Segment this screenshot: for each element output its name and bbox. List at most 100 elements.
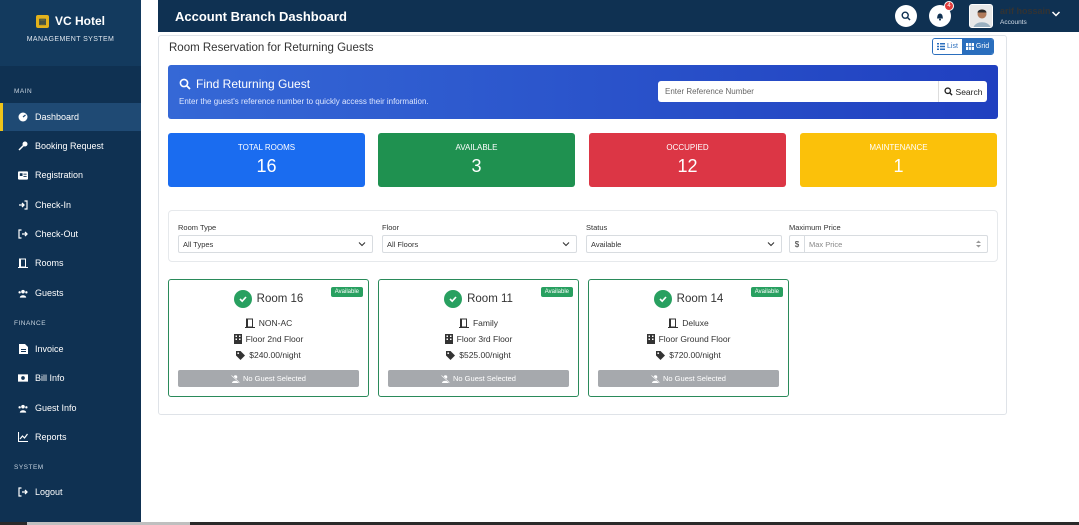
room-type-value: All Types <box>183 239 214 249</box>
sidebar-item-label: Dashboard <box>35 112 80 122</box>
room-card[interactable]: Room 16 Available NON-AC Floor 2nd Floor… <box>168 279 369 397</box>
floor-value: All Floors <box>387 239 419 249</box>
sidebar-item-bill-info[interactable]: Bill Info <box>0 364 141 392</box>
list-icon <box>937 43 945 50</box>
sidebar-item-invoice[interactable]: Invoice <box>0 335 141 363</box>
grid-view-button[interactable]: Grid <box>961 39 994 54</box>
room-name: Room 11 <box>467 293 513 305</box>
chevron-down-icon <box>562 242 570 247</box>
sidebar-item-guests[interactable]: Guests <box>0 279 141 307</box>
room-price-text: $240.00/night <box>249 350 301 360</box>
room-type-text: Family <box>472 318 499 328</box>
status-select[interactable]: Available <box>586 235 782 253</box>
user-name[interactable]: arif hossain <box>1000 6 1051 16</box>
find-guest-title-text: Find Returning Guest <box>196 77 311 91</box>
spinner-icon[interactable] <box>975 239 982 249</box>
room-name: Room 14 <box>676 293 724 305</box>
section-system: SYSTEM <box>14 464 44 471</box>
sidebar: ▤ VC Hotel MANAGEMENT SYSTEM MAIN Dashbo… <box>0 0 141 525</box>
tag-icon <box>446 350 456 360</box>
room-type-text: Deluxe <box>682 318 709 328</box>
sidebar-item-label: Guests <box>35 288 64 298</box>
notification-badge: 4 <box>944 1 954 11</box>
avatar[interactable] <box>969 4 993 28</box>
find-guest-banner: Find Returning Guest Enter the guest's r… <box>168 65 998 119</box>
search-button[interactable] <box>895 5 917 27</box>
hotel-logo-icon: ▤ <box>35 14 49 28</box>
sidebar-item-label: Invoice <box>35 344 64 354</box>
notifications-button[interactable]: 4 <box>929 1 954 27</box>
room-floor: Floor 3rd Floor <box>379 334 578 344</box>
user-slash-icon <box>441 374 450 383</box>
search-reference-button[interactable]: Search <box>938 81 987 102</box>
no-guest-label: No Guest Selected <box>453 374 516 383</box>
search-button-label: Search <box>955 86 983 97</box>
chevron-down-icon[interactable] <box>1051 10 1061 18</box>
room-price: $525.00/night <box>379 350 578 360</box>
brand-title[interactable]: ▤ VC Hotel <box>0 14 141 28</box>
stat-maintenance: MAINTENANCE 1 <box>800 133 997 187</box>
door-icon <box>18 258 28 268</box>
reservation-panel: Room Reservation for Returning Guests Li… <box>158 35 1007 415</box>
status-badge: Available <box>540 287 573 297</box>
room-floor: Floor 2nd Floor <box>169 334 368 344</box>
status-badge: Available <box>750 287 783 297</box>
chevron-down-icon <box>358 242 366 247</box>
section-main: MAIN <box>14 88 33 95</box>
stat-label: OCCUPIED <box>666 143 709 152</box>
room-floor: Floor Ground Floor <box>589 334 788 344</box>
stat-label: MAINTENANCE <box>869 143 928 152</box>
sidebar-item-logout[interactable]: Logout <box>0 478 141 506</box>
room-price: $720.00/night <box>589 350 788 360</box>
no-guest-label: No Guest Selected <box>243 374 306 383</box>
room-card[interactable]: Room 11 Available Family Floor 3rd Floor… <box>378 279 579 397</box>
find-guest-subtitle: Enter the guest's reference number to qu… <box>179 97 429 106</box>
price-prefix: $ <box>789 235 804 253</box>
stat-available: AVAILABLE 3 <box>378 133 575 187</box>
sidebar-item-rooms[interactable]: Rooms <box>0 249 141 277</box>
room-floor-text: Floor 3rd Floor <box>456 334 513 344</box>
no-guest-button[interactable]: No Guest Selected <box>598 370 779 387</box>
sidebar-item-reports[interactable]: Reports <box>0 423 141 451</box>
room-card[interactable]: Room 14 Available Deluxe Floor Ground Fl… <box>588 279 789 397</box>
sidebar-item-check-in[interactable]: Check-In <box>0 191 141 219</box>
list-view-button[interactable]: List <box>933 39 962 54</box>
search-icon <box>901 11 911 21</box>
check-circle-icon <box>233 290 252 308</box>
max-price-label: Maximum Price <box>789 223 841 232</box>
user-role: Accounts <box>1000 19 1027 26</box>
sidebar-item-booking-request[interactable]: Booking Request <box>0 132 141 160</box>
stat-label: TOTAL ROOMS <box>237 143 296 152</box>
chart-icon <box>18 432 28 442</box>
stat-value: 1 <box>893 156 904 176</box>
reference-number-input[interactable] <box>658 81 938 102</box>
no-guest-button[interactable]: No Guest Selected <box>178 370 359 387</box>
sidebar-item-dashboard[interactable]: Dashboard <box>0 103 141 131</box>
max-price-placeholder: Max Price <box>809 239 843 249</box>
tag-icon <box>236 350 246 360</box>
floor-label: Floor <box>382 223 400 232</box>
dashboard-icon <box>18 112 28 122</box>
status-value: Available <box>591 239 622 249</box>
users-icon <box>18 403 28 413</box>
check-circle-icon <box>444 290 463 308</box>
brand-title-text: VC Hotel <box>54 14 105 28</box>
invoice-icon <box>18 344 28 354</box>
grid-label: Grid <box>975 43 990 50</box>
sidebar-item-guest-info[interactable]: Guest Info <box>0 394 141 422</box>
sidebar-item-registration[interactable]: Registration <box>0 161 141 189</box>
sidebar-item-label: Booking Request <box>35 141 104 151</box>
user-slash-icon <box>231 374 240 383</box>
max-price-input[interactable]: Max Price <box>804 235 988 253</box>
chevron-down-icon <box>767 242 775 247</box>
sign-in-icon <box>18 200 28 210</box>
floor-select[interactable]: All Floors <box>382 235 577 253</box>
money-icon <box>18 373 28 383</box>
status-label: Status <box>586 223 608 232</box>
room-type-select[interactable]: All Types <box>178 235 373 253</box>
room-price-text: $525.00/night <box>459 350 511 360</box>
sidebar-item-label: Bill Info <box>35 373 65 383</box>
sidebar-item-check-out[interactable]: Check-Out <box>0 220 141 248</box>
no-guest-button[interactable]: No Guest Selected <box>388 370 569 387</box>
room-price: $240.00/night <box>169 350 368 360</box>
